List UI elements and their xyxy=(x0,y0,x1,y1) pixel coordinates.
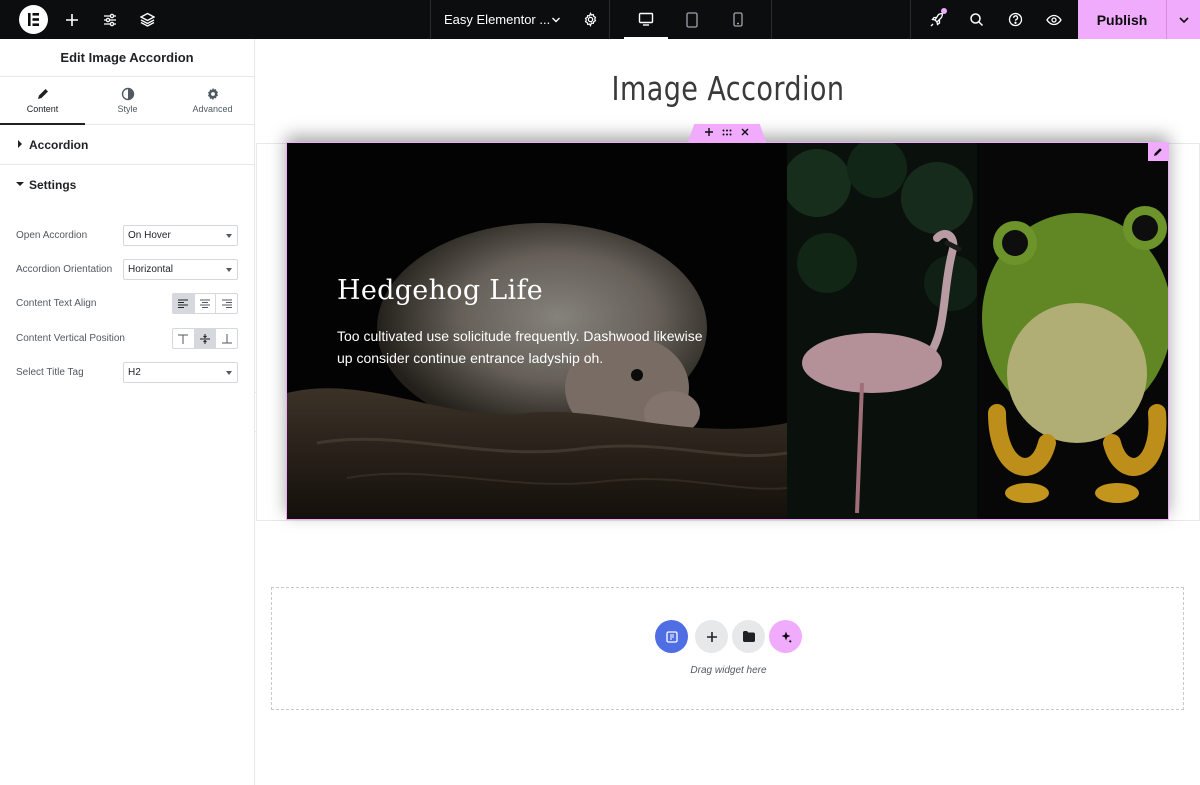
open-accordion-label: Open Accordion xyxy=(16,230,88,241)
page-settings-gear-icon[interactable] xyxy=(581,0,599,39)
accordion-item-description: Too cultivated use solicitude frequently… xyxy=(337,328,703,366)
publish-button[interactable]: Publish xyxy=(1078,0,1166,39)
content-vertical-position-choices xyxy=(172,328,238,349)
tab-style-label: Style xyxy=(117,104,138,114)
caret-right-icon xyxy=(18,140,22,148)
flamingo-image xyxy=(787,143,977,519)
preview-eye-icon[interactable] xyxy=(1043,0,1065,39)
chevron-down-icon[interactable] xyxy=(549,0,563,39)
content-text-align-choices xyxy=(172,293,238,314)
align-right-icon[interactable] xyxy=(216,294,237,313)
align-top-icon[interactable] xyxy=(173,329,195,348)
tab-content[interactable]: Content xyxy=(0,77,85,125)
empty-dropzone[interactable]: Drag widget here xyxy=(271,587,1184,710)
add-new-section-button[interactable] xyxy=(695,620,728,653)
panel-tabs: Content Style Advanced xyxy=(0,77,254,125)
accordion-orientation-select[interactable]: Horizontal xyxy=(123,259,238,280)
align-center-icon[interactable] xyxy=(195,294,217,313)
frog-image xyxy=(977,143,1168,519)
delete-section-icon[interactable] xyxy=(741,127,749,139)
add-section-icon[interactable] xyxy=(704,127,713,139)
search-icon[interactable] xyxy=(966,0,986,39)
edit-widget-pencil-icon[interactable] xyxy=(1148,142,1168,161)
page-heading[interactable]: Image Accordion xyxy=(341,69,1115,108)
publish-options-chevron-icon[interactable] xyxy=(1166,0,1200,39)
content-text-align-label: Content Text Align xyxy=(16,298,97,309)
responsive-mode-switcher xyxy=(610,0,772,39)
open-accordion-value: On Hover xyxy=(128,230,171,241)
tab-content-label: Content xyxy=(26,104,59,114)
dropzone-text: Drag widget here xyxy=(690,665,767,676)
half-circle-icon xyxy=(121,87,135,101)
accordion-item-frog[interactable] xyxy=(977,143,1168,519)
mobile-icon[interactable] xyxy=(726,0,750,39)
desktop-icon[interactable] xyxy=(624,0,668,39)
notifications-rocket-icon[interactable] xyxy=(927,0,947,39)
select-title-tag-value: H2 xyxy=(128,367,141,378)
section-accordion-label: Accordion xyxy=(29,138,89,152)
select-caret-icon xyxy=(226,268,232,272)
image-accordion-widget[interactable]: Hedgehog Life Too cultivated use solicit… xyxy=(286,142,1169,520)
align-bottom-icon[interactable] xyxy=(216,329,237,348)
gear-icon xyxy=(206,87,220,101)
drag-handle-icon[interactable] xyxy=(722,127,732,139)
help-icon[interactable] xyxy=(1005,0,1025,39)
ai-widget-button[interactable] xyxy=(655,620,688,653)
select-caret-icon xyxy=(226,371,232,375)
accordion-orientation-label: Accordion Orientation xyxy=(16,264,113,275)
content-vertical-position-label: Content Vertical Position xyxy=(16,333,125,344)
caret-down-icon xyxy=(16,182,24,186)
select-caret-icon xyxy=(226,234,232,238)
template-library-folder-icon[interactable] xyxy=(732,620,765,653)
ai-sparkle-icon[interactable] xyxy=(769,620,802,653)
layers-icon[interactable] xyxy=(137,0,157,39)
accordion-item-flamingo[interactable] xyxy=(787,143,977,519)
tablet-icon[interactable] xyxy=(680,0,704,39)
pencil-icon xyxy=(36,87,50,101)
section-handle[interactable] xyxy=(688,124,766,142)
tab-advanced[interactable]: Advanced xyxy=(170,77,255,125)
elementor-logo-icon[interactable] xyxy=(19,5,48,34)
accordion-item-title: Hedgehog Life xyxy=(337,275,544,306)
add-element-icon[interactable] xyxy=(62,0,82,39)
accordion-orientation-value: Horizontal xyxy=(128,264,174,275)
editor-panel: Edit Image Accordion Content Style Advan… xyxy=(0,39,255,785)
notification-dot xyxy=(941,8,947,14)
panel-title: Edit Image Accordion xyxy=(0,39,254,77)
align-left-icon[interactable] xyxy=(173,294,195,313)
tab-advanced-label: Advanced xyxy=(192,104,233,114)
tab-style[interactable]: Style xyxy=(85,77,170,125)
accordion-item-hedgehog[interactable]: Hedgehog Life Too cultivated use solicit… xyxy=(287,143,787,519)
preview-canvas: Image Accordion Hedgehog Life Too cultiv… xyxy=(256,39,1200,785)
section-settings[interactable]: Settings xyxy=(0,165,254,205)
document-title[interactable]: Easy Elementor ... xyxy=(444,12,550,27)
align-middle-icon[interactable] xyxy=(194,329,217,348)
open-accordion-select[interactable]: On Hover xyxy=(123,225,238,246)
section-settings-label: Settings xyxy=(29,178,77,192)
select-title-tag-select[interactable]: H2 xyxy=(123,362,238,383)
select-title-tag-label: Select Title Tag xyxy=(16,367,84,378)
right-toolbar xyxy=(910,0,1078,39)
site-settings-sliders-icon[interactable] xyxy=(100,0,120,39)
top-bar: Easy Elementor ... Publish xyxy=(0,0,1200,39)
document-selector[interactable]: Easy Elementor ... xyxy=(430,0,610,39)
section-accordion[interactable]: Accordion xyxy=(0,125,254,165)
